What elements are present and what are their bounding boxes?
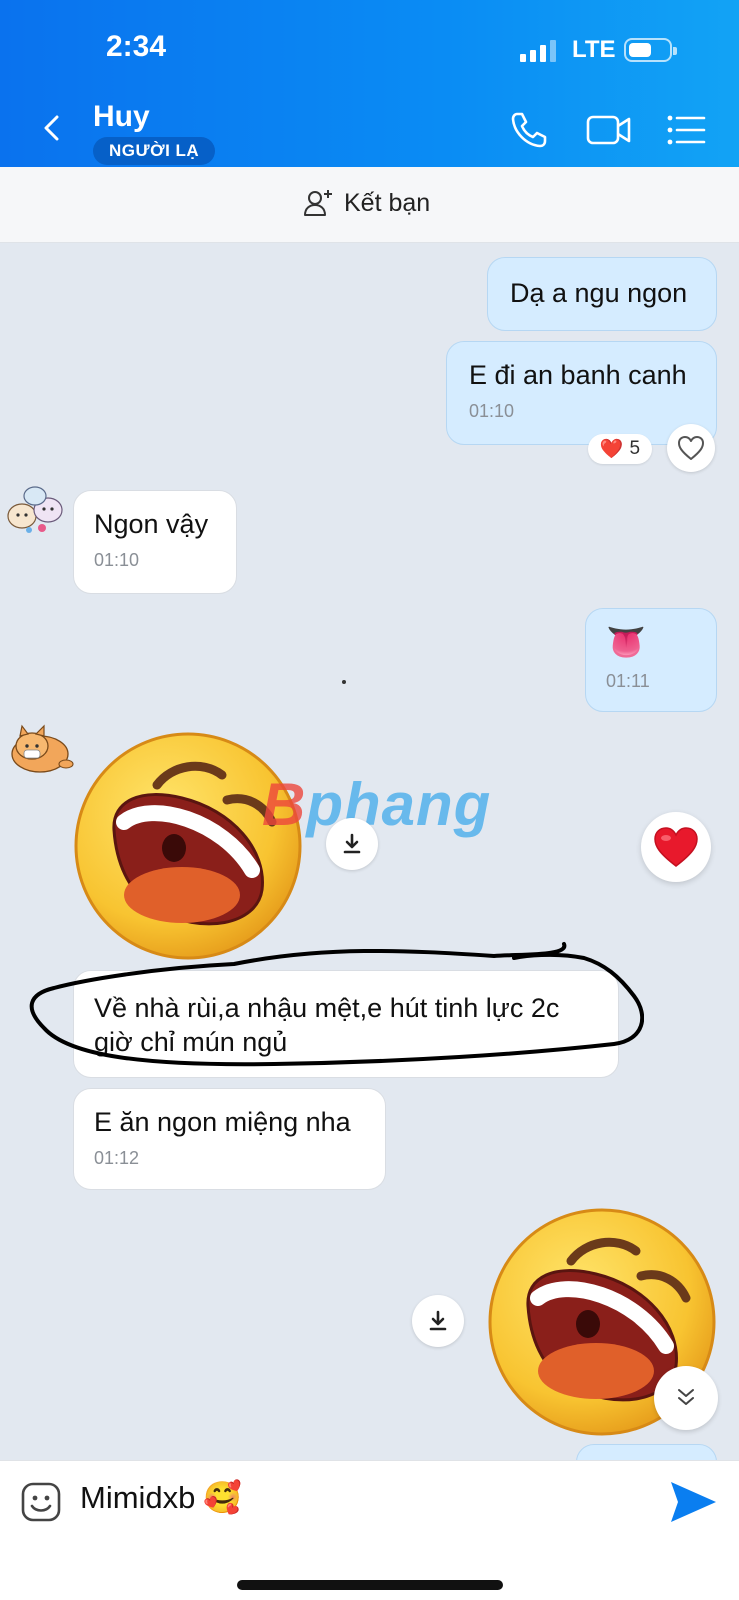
message-text: E đi an banh canh (469, 360, 687, 390)
stranger-badge: NGƯỜI LẠ (93, 137, 216, 165)
video-call-icon[interactable] (585, 108, 633, 152)
heart-reaction-icon: ❤️ (599, 439, 624, 460)
divider-dot (342, 680, 346, 684)
hand-drawn-circle-annotation (29, 942, 644, 1067)
double-chevron-down-icon (678, 1389, 694, 1405)
message-input-text: Mimidxb (80, 1479, 196, 1515)
sticker-icon[interactable] (20, 1481, 62, 1523)
watermark-first-letter: B (262, 771, 307, 838)
download-icon (343, 833, 361, 854)
add-friend-label: Kết bạn (344, 188, 431, 217)
heart-outline-icon (678, 436, 704, 460)
add-friend-bar: Kết bạn (0, 167, 739, 243)
message-bubble-received[interactable]: E ăn ngon miệng nha 01:12 (73, 1088, 386, 1190)
chat-header: 2:34 LTE Huy NGƯỜI LẠ (0, 0, 739, 167)
heart-reaction-button[interactable] (641, 812, 711, 882)
network-label: LTE (572, 36, 616, 63)
message-time: 01:11 (606, 671, 650, 691)
message-bubble-sent[interactable]: Dạ a ngu ngon (487, 257, 717, 331)
message-text: Dạ a ngu ngon (510, 278, 688, 308)
laughing-sticker[interactable] (72, 730, 304, 962)
message-time: 01:12 (94, 1148, 140, 1168)
download-icon (429, 1310, 447, 1331)
message-composer: Mimidxb 🥰 (0, 1460, 739, 1600)
message-bubble-received[interactable]: Ngon vậy 01:10 (73, 490, 237, 594)
battery-icon (624, 38, 677, 62)
add-friend-button[interactable]: Kết bạn (302, 187, 430, 219)
heart-icon (654, 827, 698, 867)
phone-call-icon[interactable] (507, 108, 551, 152)
message-time: 01:10 (94, 550, 140, 570)
send-icon[interactable] (668, 1479, 718, 1525)
watermark: Bphang (262, 770, 491, 839)
menu-list-icon[interactable] (664, 108, 708, 152)
message-text: Ngon vậy (94, 509, 209, 539)
contact-avatar[interactable] (2, 480, 68, 540)
signal-icon (520, 38, 556, 62)
message-time: 01:10 (469, 401, 515, 421)
download-button[interactable] (326, 818, 378, 870)
message-text: E ăn ngon miệng nha (94, 1107, 351, 1137)
status-time: 2:34 (106, 30, 167, 63)
reaction-badge[interactable]: ❤️ 5 (588, 434, 652, 464)
smiling-hearts-emoji: 🥰 (203, 1480, 243, 1515)
message-bubble-sent[interactable]: 👅 01:11 (585, 608, 717, 712)
contact-avatar[interactable] (2, 718, 80, 780)
scroll-to-bottom-button[interactable] (654, 1366, 718, 1430)
home-indicator (237, 1580, 503, 1590)
like-button[interactable] (667, 424, 715, 472)
back-icon[interactable] (38, 114, 66, 142)
download-button[interactable] (412, 1295, 464, 1347)
contact-name[interactable]: Huy (93, 100, 150, 134)
reaction-count: 5 (629, 438, 641, 459)
add-friend-icon (304, 190, 332, 216)
message-input[interactable]: Mimidxb 🥰 (80, 1479, 242, 1516)
tongue-emoji: 👅 (606, 624, 646, 660)
